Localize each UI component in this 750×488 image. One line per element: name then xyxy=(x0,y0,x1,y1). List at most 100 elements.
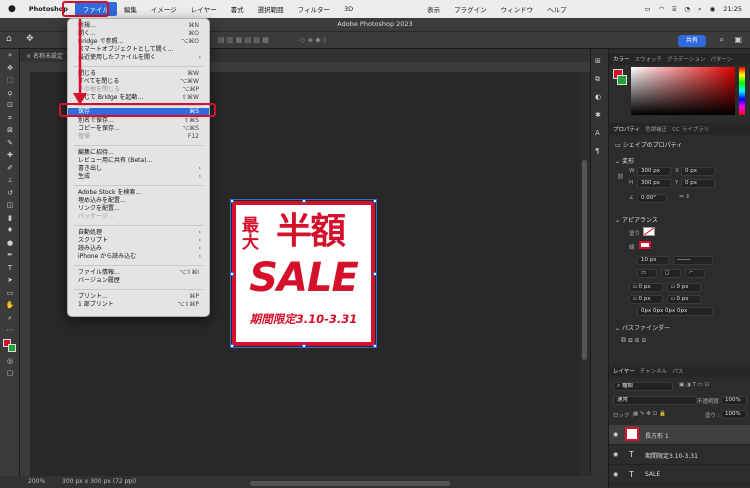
menu-item-import-iphone[interactable]: iPhone から読み込む › xyxy=(68,253,209,261)
3d-mode-icons[interactable]: ◇ ◈ ◆ ◊ xyxy=(300,36,326,44)
move-tool-icon[interactable]: ✥ xyxy=(0,62,20,75)
menu-item-place-linked[interactable]: リンクを配置... xyxy=(68,205,209,213)
tab-gradients[interactable]: グラデーション xyxy=(667,55,705,63)
lasso-tool-icon[interactable]: ϙ xyxy=(0,87,20,100)
more-tools-icon[interactable]: ⋯ xyxy=(0,324,20,337)
tab-color[interactable]: カラー xyxy=(613,55,630,63)
menu-item-share-review[interactable]: レビュー用に共有 (Beta)... xyxy=(68,157,209,165)
tab-paths[interactable]: パス xyxy=(672,367,683,375)
pathfinder-section[interactable]: ⌄ パスファインダー xyxy=(615,323,670,332)
corner-tl-field[interactable]: ▫ 0 px xyxy=(629,283,663,292)
layer-name[interactable]: 長方形 1 xyxy=(645,431,669,440)
hand-tool-icon[interactable]: ✋ xyxy=(0,299,20,312)
menu-item-export[interactable]: 書き出し › xyxy=(68,165,209,173)
transform-handle[interactable] xyxy=(302,344,306,348)
screen-mode-icon[interactable]: ▢ xyxy=(0,367,20,380)
path-select-tool-icon[interactable]: ➤ xyxy=(0,274,20,287)
layers-comp-icon[interactable]: ⧉ xyxy=(595,75,600,84)
eye-icon[interactable]: ◉ xyxy=(613,471,618,478)
menu-view[interactable]: 表示 xyxy=(420,4,447,14)
marquee-tool-icon[interactable]: ⬚ xyxy=(0,74,20,87)
search-icon[interactable]: ⌕ xyxy=(698,5,702,14)
menu-layer[interactable]: レイヤー xyxy=(184,4,224,14)
chevron-right-icon[interactable]: › xyxy=(128,477,130,484)
stamp-tool-icon[interactable]: ⊥ xyxy=(0,174,20,187)
tab-channels[interactable]: チャンネル xyxy=(640,367,667,375)
search-icon[interactable]: ⌕ xyxy=(720,35,724,45)
transform-handle[interactable] xyxy=(230,272,234,276)
battery-icon[interactable]: ▭ xyxy=(645,5,651,13)
tab-patterns[interactable]: パターン xyxy=(710,55,732,63)
history-panel-icon[interactable]: ⊞ xyxy=(595,57,601,65)
transform-handle[interactable] xyxy=(230,199,234,203)
apple-icon[interactable]: ● xyxy=(0,4,22,14)
paragraph-panel-icon[interactable]: ¶ xyxy=(595,147,599,155)
eyedropper-tool-icon[interactable]: ✎ xyxy=(0,137,20,150)
x-field[interactable]: 0 px xyxy=(681,167,715,176)
fill-swatch[interactable] xyxy=(643,227,655,236)
adjust-panel-icon[interactable]: ◐ xyxy=(595,93,601,101)
stroke-join-dropdown[interactable]: ⌐ xyxy=(685,269,705,278)
menu-item-invite[interactable]: 編集に招待... xyxy=(68,149,209,157)
appearance-section[interactable]: ⌄ アピアランス xyxy=(615,215,658,224)
menu-window[interactable]: ウィンドウ xyxy=(494,4,541,14)
transform-section[interactable]: ⌄ 変形 xyxy=(615,156,634,165)
lock-icons[interactable]: ▦ ✎ ✥ ⊡ 🔒 xyxy=(633,411,666,417)
eraser-tool-icon[interactable]: ◫ xyxy=(0,199,20,212)
tab-adjustments[interactable]: 色調補正 xyxy=(645,125,667,133)
background-color[interactable] xyxy=(617,75,627,85)
menu-select[interactable]: 選択範囲 xyxy=(251,4,291,14)
transform-handle[interactable] xyxy=(373,344,377,348)
transform-handle[interactable] xyxy=(373,199,377,203)
corner-bl-field[interactable]: ▫ 0 px xyxy=(629,295,663,304)
corner-br-field[interactable]: ▫ 0 px xyxy=(667,295,701,304)
blur-tool-icon[interactable]: ♦ xyxy=(0,224,20,237)
background-color[interactable] xyxy=(8,343,16,352)
layer-row[interactable]: ◉ T SALE xyxy=(609,465,750,485)
flip-icons[interactable]: ⇔ ⇕ xyxy=(679,194,690,200)
angle-field[interactable]: 0.00° xyxy=(637,194,667,203)
shape-tool-icon[interactable]: ▭ xyxy=(0,287,20,300)
menu-item-automate[interactable]: 自動処理 › xyxy=(68,229,209,237)
eye-icon[interactable]: ◉ xyxy=(613,451,618,458)
tab-cc-libraries[interactable]: CC ライブラリ xyxy=(672,125,709,133)
blend-mode-dropdown[interactable]: 通常 xyxy=(613,396,697,405)
clock[interactable]: 21:25 xyxy=(723,5,742,13)
menu-item-scripts[interactable]: スクリプト › xyxy=(68,237,209,245)
layer-filter-dropdown[interactable]: ⌕ 種類 xyxy=(613,382,673,391)
menu-plugins[interactable]: プラグイン xyxy=(447,4,494,14)
history-brush-icon[interactable]: ↺ xyxy=(0,187,20,200)
stroke-cap-dropdown[interactable]: ◻ xyxy=(661,269,681,278)
tab-properties[interactable]: プロパティ xyxy=(613,125,640,133)
align-icons[interactable]: ▤ ▥ ▦ ▧ ▨ ▩ xyxy=(218,36,269,44)
menu-item-print[interactable]: プリント... ⌘P xyxy=(68,293,209,301)
fill-opacity-field[interactable]: 100% xyxy=(721,410,747,419)
document-size-info[interactable]: 300 px x 300 px (72 ppi) xyxy=(62,478,136,485)
menu-item-save-as[interactable]: 別名で保存... ⇧⌘S xyxy=(68,117,209,125)
vertical-scroll-thumb[interactable] xyxy=(582,160,587,360)
quick-mask-icon[interactable]: ◎ xyxy=(0,355,20,368)
control-center-icon[interactable]: ⌸ xyxy=(672,5,676,14)
object-select-tool-icon[interactable]: ⊡ xyxy=(0,99,20,112)
stroke-width-field[interactable]: 10 px xyxy=(637,256,669,265)
y-field[interactable]: 0 px xyxy=(681,179,715,188)
pathfinder-icons[interactable]: ⧉ ⧈ ⧇ ⧆ xyxy=(621,336,646,345)
transform-handle[interactable] xyxy=(373,272,377,276)
stroke-swatch[interactable] xyxy=(639,241,651,249)
siri-icon[interactable]: ◉ xyxy=(710,5,716,13)
menu-item-print-one-copy[interactable]: 1 部プリント ⌥⇧⌘P xyxy=(68,301,209,309)
height-field[interactable]: 300 px xyxy=(637,179,671,188)
poster-artwork[interactable]: 最大 半額 SALE 期間限定3.10-3.31 xyxy=(230,199,377,348)
width-field[interactable]: 300 px xyxy=(637,167,671,176)
time-machine-icon[interactable]: ◔ xyxy=(684,5,690,13)
corner-radius-field[interactable]: 0px 0px 0px 0px xyxy=(637,307,713,316)
healing-tool-icon[interactable]: ✚ xyxy=(0,149,20,162)
document-tab[interactable]: × 名称未設定 xyxy=(26,51,63,60)
corner-tr-field[interactable]: ▫ 0 px xyxy=(667,283,701,292)
stroke-align-dropdown[interactable]: ▭ xyxy=(637,269,657,278)
menu-image[interactable]: イメージ xyxy=(144,4,184,14)
opacity-field[interactable]: 100% xyxy=(721,396,747,405)
share-button[interactable]: 共有 xyxy=(678,35,706,47)
menu-edit[interactable]: 編集 xyxy=(117,4,144,14)
link-icon[interactable]: ⛓ xyxy=(617,174,624,180)
